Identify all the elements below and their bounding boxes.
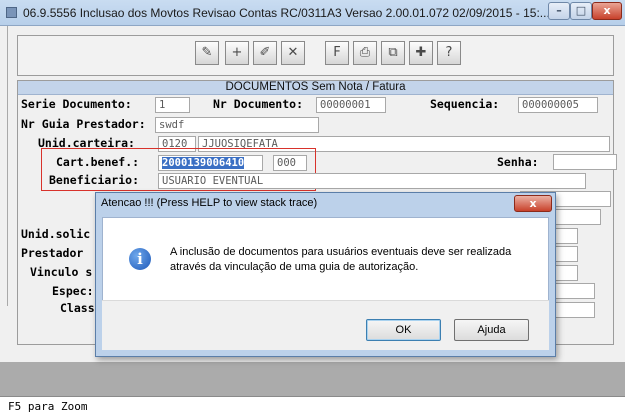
- bottom-bar: [0, 362, 625, 396]
- print-icon[interactable]: ⎙: [353, 41, 377, 65]
- left-divider: [7, 26, 8, 306]
- title-bar: 06.9.5556 Inclusao dos Movtos Revisao Co…: [0, 0, 625, 26]
- delete-icon[interactable]: ✕: [281, 41, 305, 65]
- close-button[interactable]: x: [592, 2, 622, 20]
- copy-icon[interactable]: ⧉: [381, 41, 405, 65]
- serie-field[interactable]: 1: [155, 97, 190, 113]
- classe-label: Class: [60, 301, 95, 315]
- status-text: F5 para Zoom: [8, 400, 88, 413]
- serie-label: Serie Documento:: [21, 97, 132, 111]
- section-title: DOCUMENTOS Sem Nota / Fatura: [18, 81, 613, 95]
- beneficiario-label: Beneficiario:: [49, 173, 140, 187]
- window-title: 06.9.5556 Inclusao dos Movtos Revisao Co…: [23, 6, 550, 20]
- especialidade-label: Espec:: [52, 284, 94, 298]
- nr-documento-field[interactable]: 00000001: [316, 97, 386, 113]
- status-bar: F5 para Zoom: [0, 396, 625, 417]
- info-icon: i: [129, 248, 151, 270]
- ok-button[interactable]: OK: [366, 319, 441, 341]
- sequencia-field[interactable]: 000000005: [518, 97, 598, 113]
- unid-solic-label: Unid.solic: [21, 227, 91, 241]
- help-icon[interactable]: ?: [437, 41, 461, 65]
- app-icon: [6, 7, 17, 18]
- filter-icon[interactable]: F: [325, 41, 349, 65]
- senha-label: Senha:: [497, 155, 539, 169]
- minimize-button[interactable]: –: [548, 2, 570, 20]
- add-page-icon[interactable]: ✚: [409, 41, 433, 65]
- edit-icon[interactable]: ✐: [253, 41, 277, 65]
- wrench-icon[interactable]: ✎: [195, 41, 219, 65]
- dialog-close-button[interactable]: x: [514, 195, 552, 212]
- help-button[interactable]: Ajuda: [454, 319, 529, 341]
- cart-benef-field[interactable]: 2000139006410: [158, 155, 263, 171]
- alert-dialog: Atencao !!! (Press HELP to view stack tr…: [95, 192, 556, 357]
- vinculo-label: Vinculo s: [30, 265, 93, 279]
- nr-documento-label: Nr Documento:: [213, 97, 304, 111]
- toolbar: [17, 35, 614, 76]
- add-icon[interactable]: +: [225, 41, 249, 65]
- guia-prestador-label: Nr Guia Prestador:: [21, 117, 146, 131]
- sequencia-label: Sequencia:: [430, 97, 500, 111]
- maximize-button[interactable]: □: [570, 2, 592, 20]
- cart-benef-suffix-field[interactable]: 000: [273, 155, 307, 171]
- senha-field[interactable]: [553, 154, 617, 170]
- beneficiario-field: USUARIO EVENTUAL: [158, 173, 586, 189]
- dialog-message: A inclusão de documentos para usuários e…: [170, 246, 512, 273]
- guia-prestador-field[interactable]: swdf: [155, 117, 319, 133]
- cart-benef-label: Cart.benef.:: [56, 155, 140, 169]
- prestador-label: Prestador: [21, 246, 84, 260]
- dialog-title: Atencao !!! (Press HELP to view stack tr…: [101, 197, 318, 209]
